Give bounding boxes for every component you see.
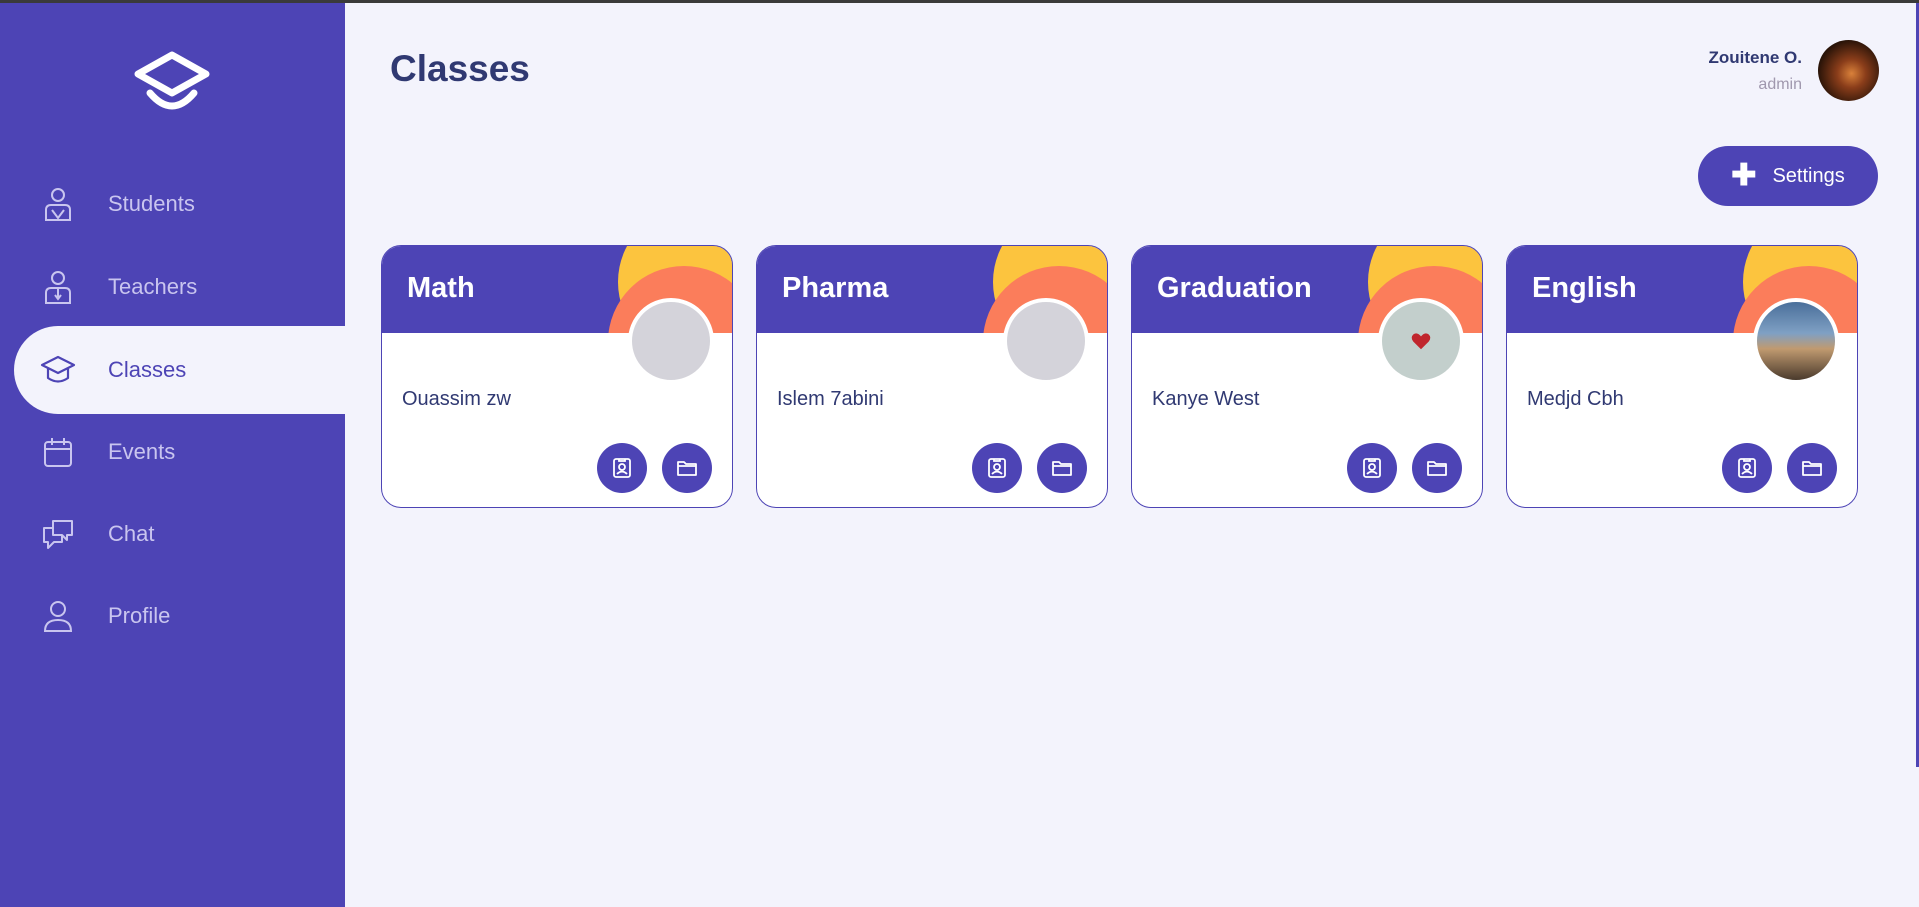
class-card[interactable]: Pharma Islem 7abini <box>756 245 1108 508</box>
folder-icon <box>1052 461 1072 476</box>
folder-icon <box>1802 461 1822 476</box>
contact-card-icon <box>1738 458 1756 478</box>
folder-button[interactable] <box>662 443 712 493</box>
teacher-name: Ouassim zw <box>402 388 511 410</box>
contact-card-icon <box>613 458 631 478</box>
sidebar-item-students[interactable]: Students <box>14 160 345 248</box>
folder-button[interactable] <box>1787 443 1837 493</box>
sidebar: Students Teachers Classes Events Chat Pr… <box>0 3 345 907</box>
folder-button[interactable] <box>1037 443 1087 493</box>
teacher-name: Medjd Cbh <box>1527 388 1624 410</box>
contact-card-button[interactable] <box>1347 443 1397 493</box>
avatar[interactable] <box>1818 40 1879 101</box>
class-name: Graduation <box>1157 272 1312 304</box>
class-card[interactable]: English Medjd Cbh <box>1506 245 1858 508</box>
sidebar-item-label: Profile <box>108 603 171 628</box>
sidebar-item-label: Classes <box>108 357 187 382</box>
class-name: Pharma <box>782 272 889 304</box>
sidebar-item-classes[interactable]: Classes <box>14 326 345 414</box>
plus-icon: ✚ <box>1731 159 1757 192</box>
folder-button[interactable] <box>1412 443 1462 493</box>
contact-card-icon <box>988 458 1006 478</box>
sidebar-item-label: Students <box>108 191 195 216</box>
school-logo-icon[interactable] <box>132 47 212 119</box>
user-role: admin <box>1758 75 1802 93</box>
teacher-photo <box>1003 298 1089 384</box>
chat-icon <box>43 520 73 549</box>
user-name: Zouitene O. <box>1708 47 1803 67</box>
heart-icon <box>1411 333 1431 350</box>
class-card[interactable]: Math Ouassim zw <box>381 245 733 508</box>
class-name: English <box>1532 272 1637 304</box>
teacher-icon <box>45 271 71 304</box>
user-icon <box>43 601 73 632</box>
calendar-icon <box>44 438 72 467</box>
teacher-photo <box>1378 298 1464 384</box>
class-name: Math <box>407 272 475 304</box>
sidebar-item-teachers[interactable]: Teachers <box>14 243 345 331</box>
teacher-name: Islem 7abini <box>777 388 884 410</box>
user-info: Zouitene O. admin <box>1709 48 1803 94</box>
sidebar-item-chat[interactable]: Chat <box>14 490 345 578</box>
contact-card-button[interactable] <box>1722 443 1772 493</box>
settings-label: Settings <box>1772 164 1845 187</box>
teacher-photo <box>628 298 714 384</box>
sidebar-item-label: Teachers <box>108 274 198 299</box>
user-menu[interactable]: Zouitene O. admin <box>1709 40 1879 101</box>
sidebar-item-label: Events <box>108 439 176 464</box>
sidebar-item-events[interactable]: Events <box>14 408 345 496</box>
class-card[interactable]: Graduation Kanye West <box>1131 245 1483 508</box>
settings-button[interactable]: ✚ Settings <box>1698 146 1878 206</box>
folder-icon <box>1427 461 1447 476</box>
sidebar-item-label: Chat <box>108 521 155 546</box>
contact-card-button[interactable] <box>972 443 1022 493</box>
sidebar-item-profile[interactable]: Profile <box>14 572 345 660</box>
folder-icon <box>677 461 697 476</box>
contact-card-button[interactable] <box>597 443 647 493</box>
student-icon <box>45 188 71 221</box>
teacher-photo <box>1753 298 1839 384</box>
page-title: Classes <box>390 48 530 89</box>
contact-card-icon <box>1363 458 1381 478</box>
graduation-cap-icon <box>40 355 76 383</box>
teacher-name: Kanye West <box>1152 388 1260 410</box>
